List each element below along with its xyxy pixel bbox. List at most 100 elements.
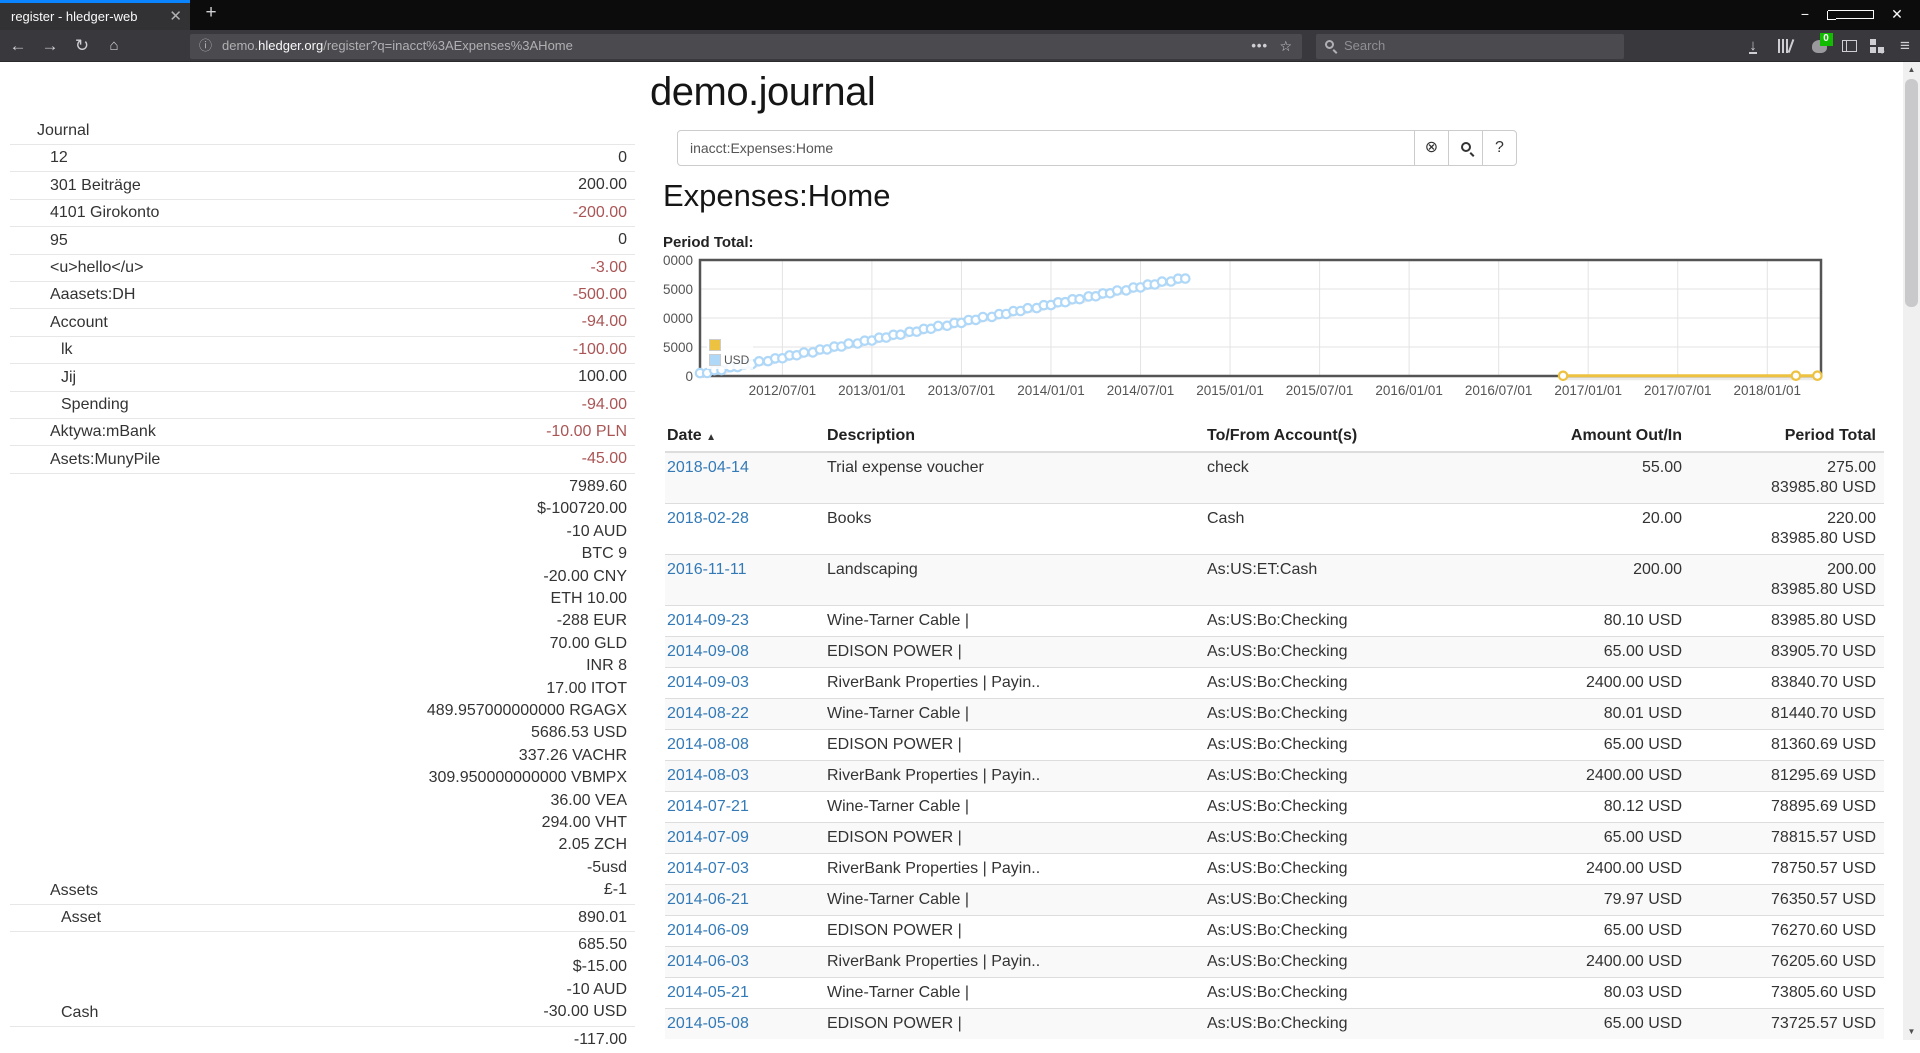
register-row[interactable]: 2014-05-21Wine-Tarner Cable |As:US:Bo:Ch…	[665, 978, 1884, 1009]
register-row[interactable]: 2014-07-21Wine-Tarner Cable |As:US:Bo:Ch…	[665, 792, 1884, 823]
transaction-date-link[interactable]: 2014-08-22	[667, 705, 749, 722]
transaction-date-link[interactable]: 2018-02-28	[667, 510, 749, 527]
sidebar-account-link[interactable]: Assets	[50, 880, 98, 902]
register-row[interactable]: 2014-08-03RiverBank Properties | Payin..…	[665, 761, 1884, 792]
menu-icon[interactable]: ≡	[1890, 30, 1920, 62]
sidebar-account-link[interactable]: 301 Beiträge	[50, 175, 141, 197]
transaction-date-link[interactable]: 2014-09-03	[667, 674, 749, 691]
search-button[interactable]	[1448, 130, 1483, 166]
url-bar[interactable]: ⓘ demo.hledger.org/register?q=inacct%3AE…	[190, 34, 1302, 59]
transaction-date-link[interactable]: 2014-08-08	[667, 736, 749, 753]
reload-button[interactable]: ↻	[68, 30, 96, 62]
sidebar-toggle-icon[interactable]	[1834, 30, 1864, 62]
site-info-icon[interactable]: ⓘ	[199, 34, 212, 58]
transaction-date-link[interactable]: 2016-11-11	[667, 561, 746, 578]
extensions-grid-icon[interactable]: +	[1862, 30, 1892, 62]
sidebar-account-row: <u>hello</u>-3.00	[10, 254, 635, 281]
close-button[interactable]: ✕	[1874, 0, 1920, 28]
account-balance: 685.50$-15.00-10 AUD-30.00 USD	[272, 932, 635, 1027]
register-row[interactable]: 2014-08-08EDISON POWER |As:US:Bo:Checkin…	[665, 730, 1884, 761]
sidebar-account-row: lk-100.00	[10, 336, 635, 363]
library-icon[interactable]	[1770, 30, 1800, 62]
sidebar-account-link[interactable]: Cash	[61, 1002, 98, 1024]
transaction-date-link[interactable]: 2014-07-21	[667, 798, 749, 815]
tab-close-icon[interactable]: ✕	[169, 7, 182, 25]
clear-search-button[interactable]: ⊗	[1414, 130, 1449, 166]
account-balance: 0	[272, 145, 635, 172]
cell-account: As:US:Bo:Checking	[1205, 637, 1430, 668]
register-row[interactable]: 2014-06-09EDISON POWER |As:US:Bo:Checkin…	[665, 916, 1884, 947]
sidebar-account-link[interactable]: Account	[50, 312, 108, 334]
scrollbar-thumb[interactable]	[1905, 79, 1918, 307]
minimize-button[interactable]: −	[1782, 0, 1828, 28]
search-input[interactable]	[677, 130, 1415, 166]
page-actions-icon[interactable]: •••	[1251, 34, 1268, 58]
transaction-date-link[interactable]: 2014-07-09	[667, 829, 749, 846]
transaction-date-link[interactable]: 2014-09-08	[667, 643, 749, 660]
cell-account: As:US:Bo:Checking	[1205, 823, 1430, 854]
scroll-up-icon[interactable]: ▲	[1903, 62, 1920, 78]
sidebar-account-link[interactable]: lk	[61, 339, 73, 361]
register-row[interactable]: 2014-07-03RiverBank Properties | Payin..…	[665, 854, 1884, 885]
sidebar-account-link[interactable]: Asset	[61, 907, 101, 929]
transaction-date-link[interactable]: 2018-04-14	[667, 459, 749, 476]
transaction-date-link[interactable]: 2014-06-09	[667, 922, 749, 939]
register-row[interactable]: 2014-05-08EDISON POWER |As:US:Bo:Checkin…	[665, 1009, 1884, 1040]
sidebar-account-link[interactable]: 4101 Girokonto	[50, 202, 159, 224]
sort-asc-icon: ▲	[706, 432, 716, 443]
downloads-icon[interactable]: ↓	[1738, 30, 1768, 62]
sidebar-account-link[interactable]: 12	[50, 147, 68, 169]
home-button[interactable]: ⌂	[100, 30, 128, 62]
accounts-sidebar: Journal120301 Beiträge200.004101 Girokon…	[10, 118, 635, 1053]
transaction-date-link[interactable]: 2014-07-03	[667, 860, 749, 877]
register-row[interactable]: 2016-11-11LandscapingAs:US:ET:Cash200.00…	[665, 555, 1884, 606]
balance-amount: 489.957000000000 RGAGX	[272, 700, 627, 722]
transaction-date-link[interactable]: 2014-06-03	[667, 953, 749, 970]
cell-amount: 79.97 USD	[1430, 885, 1690, 916]
help-button[interactable]: ?	[1482, 130, 1517, 166]
sidebar-account-link[interactable]: Jij	[61, 367, 76, 389]
transaction-date-link[interactable]: 2014-09-23	[667, 612, 749, 629]
extension-icon[interactable]: 0	[1804, 30, 1834, 62]
sidebar-journal-link[interactable]: Journal	[37, 120, 89, 142]
bookmark-star-icon[interactable]: ☆	[1279, 34, 1292, 58]
forward-button[interactable]: →	[36, 30, 64, 62]
new-tab-button[interactable]: +	[198, 2, 224, 24]
register-row[interactable]: 2018-04-14Trial expense vouchercheck55.0…	[665, 452, 1884, 504]
cell-account: As:US:Bo:Checking	[1205, 699, 1430, 730]
sidebar-account-link[interactable]: Spending	[61, 394, 129, 416]
register-row[interactable]: 2014-07-09 EDISON POWER |As:US:Bo:Checkin…	[665, 823, 1884, 854]
search-icon	[1461, 142, 1471, 152]
transaction-date-link[interactable]: 2014-06-21	[667, 891, 749, 908]
cell-description: Trial expense voucher	[825, 452, 1205, 504]
register-row[interactable]: 2014-08-22Wine-Tarner Cable |As:US:Bo:Ch…	[665, 699, 1884, 730]
sidebar-account-link[interactable]: Asets:MunyPile	[50, 449, 160, 471]
browser-tab[interactable]: register - hledger-web ✕	[0, 0, 190, 30]
sidebar-account-link[interactable]: 95	[50, 230, 68, 252]
balance-amount: 294.00 VHT	[272, 812, 627, 834]
transaction-date-link[interactable]: 2014-05-08	[667, 1015, 749, 1032]
sidebar-account-link[interactable]: <u>hello</u>	[50, 257, 143, 279]
transaction-date-link[interactable]: 2014-08-03	[667, 767, 749, 784]
scroll-down-icon[interactable]: ▼	[1903, 1024, 1920, 1040]
col-header-date[interactable]: Date ▲	[665, 424, 825, 452]
back-button[interactable]: ←	[4, 30, 32, 62]
register-row[interactable]: 2014-06-03RiverBank Properties | Payin..…	[665, 947, 1884, 978]
cell-period-total: 73725.57 USD	[1690, 1009, 1884, 1040]
sidebar-account-link[interactable]: Aktywa:mBank	[50, 421, 156, 443]
register-row[interactable]: 2018-02-28BooksCash20.00220.0083985.80 U…	[665, 504, 1884, 555]
register-row[interactable]: 2014-09-08EDISON POWER |As:US:Bo:Checkin…	[665, 637, 1884, 668]
restore-button[interactable]	[1828, 0, 1874, 28]
register-row[interactable]: 2014-09-23Wine-Tarner Cable |As:US:Bo:Ch…	[665, 606, 1884, 637]
page-scrollbar[interactable]: ▲ ▼	[1903, 62, 1920, 1040]
period-total-line: 78750.57 USD	[1692, 859, 1876, 879]
cell-description: EDISON POWER |	[825, 823, 1205, 854]
balance-amount: INR 8	[272, 655, 627, 677]
sidebar-account-link[interactable]: Aaasets:DH	[50, 284, 135, 306]
browser-search-field[interactable]: Search	[1316, 34, 1624, 59]
register-row[interactable]: 2014-09-03 RiverBank Properties | Payin..…	[665, 668, 1884, 699]
account-balance: 100.00	[272, 364, 635, 391]
register-row[interactable]: 2014-06-21Wine-Tarner Cable |As:US:Bo:Ch…	[665, 885, 1884, 916]
transaction-date-link[interactable]: 2014-05-21	[667, 984, 749, 1001]
cell-description: RiverBank Properties | Payin..	[825, 668, 1205, 699]
